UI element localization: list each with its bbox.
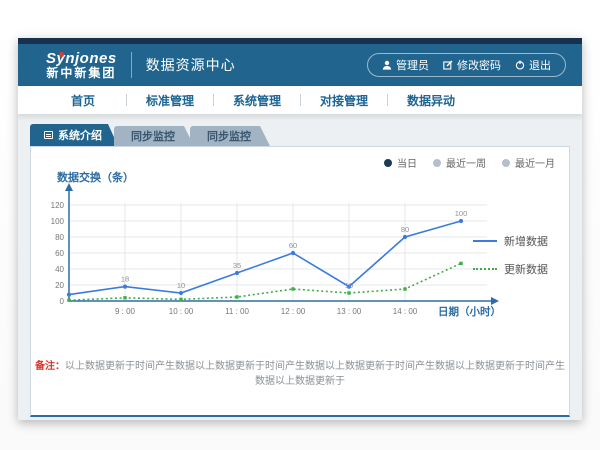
y-tick-label: 120 <box>51 201 65 210</box>
page-title: 数据资源中心 <box>146 55 236 75</box>
change-password-button[interactable]: 修改密码 <box>443 57 501 73</box>
header-divider <box>131 52 132 78</box>
data-point <box>459 219 463 223</box>
range-filter-group: 当日 最近一周 最近一月 <box>384 155 555 170</box>
nav-item-standard-mgmt[interactable]: 标准管理 <box>127 92 213 109</box>
nav-item-system-mgmt[interactable]: 系统管理 <box>214 92 300 109</box>
solid-line-icon <box>473 240 497 242</box>
logout-button[interactable]: 退出 <box>515 57 551 73</box>
y-tick-label: 20 <box>55 281 64 290</box>
radio-dot-icon <box>433 159 441 167</box>
data-point <box>67 299 70 302</box>
filter-last-week[interactable]: 最近一周 <box>433 155 486 170</box>
x-tick-label: 9 : 00 <box>115 307 136 316</box>
x-axis-arrow-icon <box>491 297 499 305</box>
power-icon <box>515 60 525 70</box>
x-tick-label: 12 : 00 <box>281 307 306 316</box>
data-point <box>123 296 126 299</box>
y-tick-label: 60 <box>55 249 64 258</box>
x-tick-label: 14 : 00 <box>393 307 418 316</box>
data-point <box>291 251 295 255</box>
tab-bar: 系统介绍 同步监控 同步监控 <box>30 124 582 146</box>
main-nav: 首页 标准管理 系统管理 对接管理 数据异动 <box>18 86 582 114</box>
data-point <box>179 298 182 301</box>
chart-legend: 新增数据 更新数据 <box>473 233 561 277</box>
document-icon <box>44 131 53 139</box>
data-point-label: 10 <box>177 281 185 290</box>
nav-item-home[interactable]: 首页 <box>40 92 126 109</box>
x-tick-label: 11 : 00 <box>225 307 249 316</box>
legend-entry-updated-data: 更新数据 <box>473 261 561 277</box>
data-point-label: 10 <box>345 281 353 290</box>
screenshot-canvas: Synjones 新中新集团 数据资源中心 管理员 修改密码 退出 <box>0 0 600 450</box>
user-toolbar: 管理员 修改密码 退出 <box>367 53 566 77</box>
data-point-label: 100 <box>455 209 468 218</box>
current-user-button[interactable]: 管理员 <box>382 57 429 73</box>
x-tick-label: 10 : 00 <box>169 307 194 316</box>
dotted-line-icon <box>473 268 497 270</box>
radio-dot-icon <box>384 159 392 167</box>
chart-panel: 当日 最近一周 最近一月 数据交换（条） 0204060801001209 : … <box>30 146 570 417</box>
user-icon <box>382 60 392 70</box>
radio-dot-icon <box>502 159 510 167</box>
data-point-label: 80 <box>401 225 409 234</box>
data-point <box>235 271 239 275</box>
data-point-label: 18 <box>121 275 129 284</box>
logo-red-dot-icon <box>59 52 64 57</box>
footnote-text: 以上数据更新于时间产生数据以上数据更新于时间产生数据以上数据更新于时间产生数据以… <box>65 361 565 387</box>
chart-area: 0 20 40 60 80 100 120 9 : 00 10 : 00 11 : 00 12 : … <box>43 183 503 328</box>
logo-text-cn: 新中新集团 <box>46 67 117 80</box>
data-point <box>235 295 238 298</box>
data-point <box>347 291 350 294</box>
data-point <box>123 285 127 289</box>
y-tick-label: 80 <box>55 233 64 242</box>
x-axis-title: 日期（小时） <box>438 305 501 318</box>
app-window: Synjones 新中新集团 数据资源中心 管理员 修改密码 退出 <box>18 38 582 420</box>
tab-system-intro[interactable]: 系统介绍 <box>30 124 118 146</box>
data-point <box>403 287 406 290</box>
data-point <box>291 287 294 290</box>
data-point <box>67 293 71 297</box>
data-point <box>459 262 462 265</box>
logo-text-en: Synjones <box>46 51 117 67</box>
y-axis-arrow-icon <box>65 183 73 191</box>
tab-sync-monitor-1[interactable]: 同步监控 <box>114 126 194 146</box>
y-tick-label: 0 <box>60 297 65 306</box>
y-tick-label: 40 <box>55 265 64 274</box>
y-tick-label: 100 <box>51 217 65 226</box>
footnote-prefix: 备注： <box>35 361 65 372</box>
data-point <box>403 235 407 239</box>
filter-today[interactable]: 当日 <box>384 155 417 170</box>
x-tick-label: 13 : 00 <box>337 307 362 316</box>
data-point-label: 60 <box>289 241 297 250</box>
tab-sync-monitor-2[interactable]: 同步监控 <box>190 126 270 146</box>
filter-last-month[interactable]: 最近一月 <box>502 155 555 170</box>
data-point-label: 35 <box>233 261 241 270</box>
nav-item-data-change[interactable]: 数据异动 <box>388 92 474 109</box>
nav-item-interface-mgmt[interactable]: 对接管理 <box>301 92 387 109</box>
app-header: Synjones 新中新集团 数据资源中心 管理员 修改密码 退出 <box>18 44 582 86</box>
footnote: 备注：以上数据更新于时间产生数据以上数据更新于时间产生数据以上数据更新于时间产生… <box>31 357 569 387</box>
data-point <box>179 291 183 295</box>
line-chart: 0 20 40 60 80 100 120 9 : 00 10 : 00 11 : 00 12 : … <box>43 183 503 323</box>
brand-logo: Synjones 新中新集团 <box>46 51 117 79</box>
edit-icon <box>443 60 453 70</box>
legend-entry-new-data: 新增数据 <box>473 233 561 249</box>
